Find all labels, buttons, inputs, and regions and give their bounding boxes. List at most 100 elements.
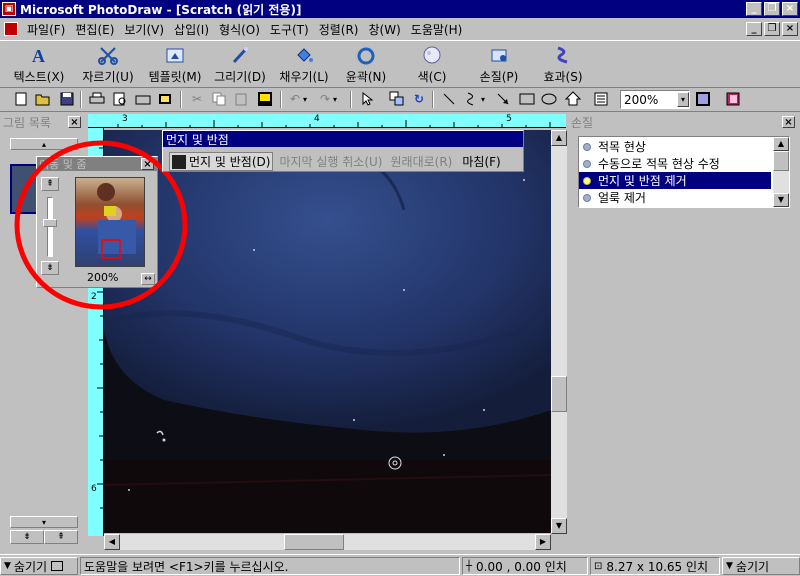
ruler-label: 6 (91, 484, 97, 494)
hide-left-button[interactable]: ▼ 숨기기 (0, 557, 78, 575)
paste-icon[interactable] (232, 90, 250, 108)
ellipse-icon[interactable] (540, 90, 558, 108)
outline-icon (355, 44, 377, 66)
color-icon (421, 44, 443, 66)
new-icon[interactable] (12, 90, 30, 108)
minimize-button[interactable]: _ (746, 2, 762, 16)
menu-arrange[interactable]: 정렬(R) (314, 21, 364, 38)
scan-icon[interactable] (156, 90, 174, 108)
ruler-label: 3 (122, 114, 128, 124)
menu-file[interactable]: 파일(F) (22, 21, 70, 38)
fill-icon (293, 44, 315, 66)
menu-format[interactable]: 형식(O) (214, 21, 265, 38)
draw-button[interactable]: 그리기(D) (210, 44, 270, 86)
redo-dropdown-icon[interactable]: ▾ (330, 90, 340, 108)
print-icon[interactable] (88, 90, 106, 108)
touchup-panel-close-button[interactable]: × (782, 116, 795, 128)
touchup-item-red-eye[interactable]: 적목 현상 (579, 138, 771, 155)
touchup-list: 적목 현상 수동으로 적목 현상 수정 먼지 및 반점 제거 얼룩 제거 ▲ ▼ (578, 136, 790, 208)
restore-button[interactable]: ❐ (764, 2, 780, 16)
color-button[interactable]: 색(C) (410, 44, 454, 86)
line-icon[interactable] (440, 90, 458, 108)
scroll-up-button[interactable]: ▲ (551, 130, 567, 146)
bullet-icon (583, 193, 591, 202)
menu-insert[interactable]: 삽입(I) (169, 21, 214, 38)
doc-restore-button[interactable]: ❐ (764, 22, 780, 36)
picture-list-close-button[interactable]: × (68, 116, 81, 128)
touchup-item-dust-spots[interactable]: 먼지 및 반점 제거 (579, 172, 771, 189)
autoshape-icon[interactable] (564, 90, 582, 108)
copy-icon[interactable] (210, 90, 228, 108)
gallery-book-icon[interactable] (724, 90, 742, 108)
template-button[interactable]: 템플릿(M) (143, 44, 207, 86)
crop-button[interactable]: 자르기(U) (78, 44, 138, 86)
revert-button[interactable]: 원래대로(R) (391, 153, 453, 170)
rotate-icon[interactable]: ↻ (410, 90, 428, 108)
format-painter-icon[interactable] (256, 90, 274, 108)
window-title: Microsoft PhotoDraw - [Scratch (읽기 전용)] (20, 2, 302, 17)
group-icon[interactable] (388, 90, 406, 108)
send-icon[interactable] (134, 90, 152, 108)
photodraw-app-icon[interactable]: ▣ (2, 2, 16, 16)
rectangle-icon[interactable] (518, 90, 536, 108)
zoom-dropdown-icon[interactable]: ▾ (677, 92, 689, 107)
list-scroll-thumb[interactable] (773, 151, 789, 171)
scroll-left-button[interactable]: ◀ (104, 534, 120, 550)
ruler-label: 4 (314, 114, 320, 124)
list-scroll-up[interactable]: ▲ (773, 137, 789, 151)
picture-list-scroll-down[interactable]: ▾ (10, 516, 78, 528)
cut-icon[interactable]: ✂ (188, 90, 206, 108)
bullet-icon (583, 159, 591, 168)
horizontal-scrollbar[interactable]: ◀ ▶ (104, 534, 551, 550)
touchup-item-label: 먼지 및 반점 제거 (598, 174, 687, 188)
save-icon[interactable] (58, 90, 76, 108)
list-scroll-down[interactable]: ▼ (773, 193, 789, 207)
touchup-button[interactable]: 손질(P) (470, 44, 528, 86)
zoom-value: 200% (624, 92, 659, 107)
dust-toolbar-title: 먼지 및 반점 (163, 131, 523, 147)
scroll-right-button[interactable]: ▶ (535, 534, 551, 550)
scroll-down-button[interactable]: ▼ (551, 518, 567, 534)
touchup-item-blemish[interactable]: 얼룩 제거 (579, 189, 771, 206)
picture-list-expand-button[interactable]: ⇞ (44, 530, 78, 544)
touchup-list-scrollbar[interactable]: ▲ ▼ (773, 137, 789, 207)
status-help-text: 도움말을 보려면 <F1>키를 누르십시오. (84, 559, 289, 574)
fill-button[interactable]: 채우기(L) (273, 44, 335, 86)
close-button[interactable]: × (782, 2, 798, 16)
touchup-item-label: 얼룩 제거 (598, 191, 646, 205)
picture-list-collapse-button[interactable]: ⇟ (10, 530, 44, 544)
text-box-icon[interactable] (592, 90, 610, 108)
touchup-item-label: 수동으로 적목 현상 수정 (598, 157, 720, 171)
menu-view[interactable]: 보기(V) (119, 21, 169, 38)
dust-spots-tool-label: 먼지 및 반점(D) (189, 155, 271, 169)
undo-last-button[interactable]: 마지막 실행 취소(U) (279, 153, 382, 170)
curve-dropdown-icon[interactable]: ▾ (478, 90, 488, 108)
doc-minimize-button[interactable]: _ (746, 22, 762, 36)
menu-window[interactable]: 창(W) (364, 21, 406, 38)
arrow-line-icon[interactable] (494, 90, 512, 108)
status-bar: ▼ 숨기기 도움말을 보려면 <F1>키를 누르십시오. ┼ 0.00 , 0.… (0, 554, 800, 576)
effects-button[interactable]: 효과(S) (538, 44, 588, 86)
undo-dropdown-icon[interactable]: ▾ (300, 90, 310, 108)
text-button[interactable]: A 텍스트(X) (8, 44, 70, 86)
zoom-fit-icon[interactable] (694, 90, 712, 108)
hide-right-button[interactable]: ▼ 숨기기 (722, 557, 800, 575)
vertical-scrollbar[interactable]: ▲ ▼ (551, 130, 567, 534)
menu-tools[interactable]: 도구(T) (265, 21, 314, 38)
zoom-select[interactable]: 200% ▾ (620, 90, 690, 109)
status-position: ┼ 0.00 , 0.00 인치 (462, 557, 588, 575)
menu-edit[interactable]: 편집(E) (70, 21, 119, 38)
chevron-down-icon: ▼ (4, 561, 11, 571)
finish-button[interactable]: 마침(F) (462, 153, 500, 170)
outline-button[interactable]: 윤곽(N) (340, 44, 392, 86)
open-icon[interactable] (34, 90, 52, 108)
document-icon[interactable] (4, 22, 18, 36)
menu-help[interactable]: 도움말(H) (406, 21, 468, 38)
pointer-icon[interactable] (358, 90, 376, 108)
dust-spots-tool-button[interactable]: 먼지 및 반점(D) (169, 152, 274, 171)
print-preview-icon[interactable] (111, 90, 129, 108)
doc-close-button[interactable]: × (782, 22, 798, 36)
horizontal-scroll-thumb[interactable] (284, 534, 344, 550)
vertical-scroll-thumb[interactable] (551, 376, 567, 412)
touchup-item-manual-red-eye[interactable]: 수동으로 적목 현상 수정 (579, 155, 771, 172)
